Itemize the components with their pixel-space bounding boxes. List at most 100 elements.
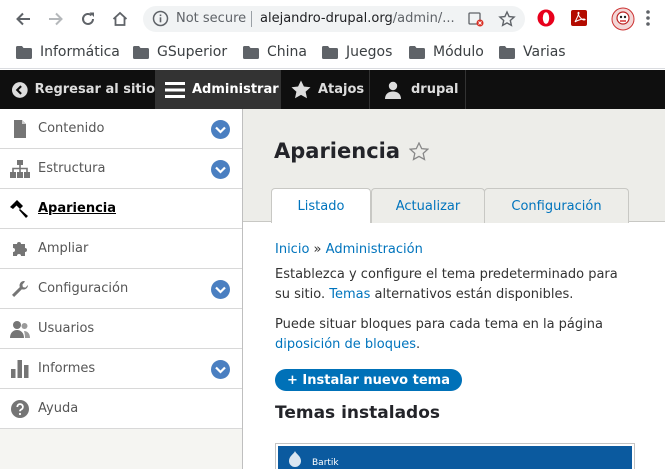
opera-extension-icon[interactable] <box>537 9 555 31</box>
sidebar-item-usuarios[interactable]: Usuarios <box>0 309 242 349</box>
folder-icon <box>243 45 259 59</box>
info-icon[interactable] <box>152 10 169 31</box>
bookmark-label: Juegos <box>346 44 393 60</box>
shortcuts-label: Atajos <box>318 82 365 97</box>
toolbar-divider <box>465 70 466 109</box>
breadcrumb-separator: » <box>313 242 322 257</box>
theme-screenshot[interactable]: Bartik <box>275 443 635 469</box>
sidebar-item-configuracion[interactable]: Configuración <box>0 269 242 309</box>
folder-icon <box>322 45 338 59</box>
back-arrow-icon[interactable] <box>12 8 34 30</box>
sidebar-item-label: Usuarios <box>38 321 95 336</box>
browser-address-bar: Not secure alejandro-drupal.org/admin/..… <box>0 0 665 37</box>
bookmark-star-icon[interactable] <box>498 10 516 32</box>
sidebar-item-informes[interactable]: Informes <box>0 349 242 389</box>
admin-toolbar: Regresar al sitio Administrar Atajos dru… <box>0 70 665 109</box>
tab-label: Actualizar <box>395 198 461 214</box>
tab-actualizar[interactable]: Actualizar <box>371 188 485 223</box>
blocks-text-end: . <box>416 337 421 352</box>
add-shortcut-star-icon[interactable] <box>408 141 430 165</box>
breadcrumb: Inicio » Administración <box>275 242 423 257</box>
sidebar-item-label: Estructura <box>38 161 106 176</box>
admin-sidebar: Contenido Estructura Apariencia Ampliar … <box>0 109 243 469</box>
breadcrumb-admin-link[interactable]: Administración <box>326 242 423 257</box>
manage-label: Administrar <box>192 82 279 97</box>
bookmark-label: China <box>267 44 307 60</box>
folder-icon <box>409 45 425 59</box>
shortcuts-tab[interactable]: Atajos <box>281 70 369 109</box>
drupal-drop-icon <box>289 451 301 467</box>
url-host: alejandro-drupal.org <box>260 11 393 26</box>
bookmark-gsuperior[interactable]: GSuperior <box>133 42 227 62</box>
sitemap-icon <box>10 159 30 179</box>
menu-dots-icon[interactable] <box>645 9 651 31</box>
theme-preview-header: Bartik <box>278 446 632 469</box>
people-icon <box>10 319 30 339</box>
user-tab[interactable]: drupal <box>370 70 465 109</box>
url-divider <box>251 11 252 27</box>
chevron-down-icon[interactable] <box>211 360 230 379</box>
themes-link[interactable]: Temas <box>329 287 370 302</box>
sidebar-item-contenido[interactable]: Contenido <box>0 109 242 149</box>
bookmark-informatica[interactable]: Informática <box>16 42 120 62</box>
sidebar-item-apariencia[interactable]: Apariencia <box>0 189 242 229</box>
chevron-down-icon[interactable] <box>211 280 230 299</box>
bar-chart-icon <box>10 359 30 379</box>
back-to-site-label: Regresar al sitio <box>34 82 155 97</box>
sidebar-item-label: Informes <box>38 361 96 376</box>
blocks-text: Puede situar bloques para cada tema en l… <box>275 317 603 332</box>
main-content: Apariencia Listado Actualizar Configurac… <box>243 109 665 469</box>
profile-avatar[interactable] <box>611 7 635 35</box>
star-icon <box>291 80 311 99</box>
user-label: drupal <box>411 82 459 97</box>
intro-text-end: alternativos están disponibles. <box>370 287 574 302</box>
home-icon[interactable] <box>109 8 131 30</box>
sidebar-item-label: Apariencia <box>38 201 117 216</box>
reload-icon[interactable] <box>77 8 99 30</box>
bookmark-varias[interactable]: Varias <box>499 42 566 62</box>
bookmarks-bar: Informática GSuperior China Juegos Módul… <box>0 37 665 69</box>
tab-configuracion[interactable]: Configuración <box>484 188 629 223</box>
manage-tab[interactable]: Administrar <box>156 70 280 109</box>
bookmark-label: Informática <box>40 44 120 60</box>
url-bar[interactable]: Not secure alejandro-drupal.org/admin/..… <box>143 6 525 32</box>
bookmark-label: Varias <box>523 44 566 60</box>
chevron-down-icon[interactable] <box>211 160 230 179</box>
back-circle-icon <box>12 81 28 98</box>
sidebar-item-label: Configuración <box>38 281 129 296</box>
bookmark-modulo[interactable]: Módulo <box>409 42 484 62</box>
installed-themes-heading: Temas instalados <box>275 403 441 423</box>
intro-paragraph: Establezca y configure el tema predeterm… <box>275 265 635 305</box>
folder-icon <box>16 45 32 59</box>
blocks-paragraph: Puede situar bloques para cada tema en l… <box>275 315 635 355</box>
back-to-site-link[interactable]: Regresar al sitio <box>0 70 155 109</box>
paintbrush-icon <box>10 199 30 219</box>
user-icon <box>385 81 401 99</box>
wrench-icon <box>10 279 30 299</box>
folder-icon <box>133 45 149 59</box>
help-icon <box>10 399 30 419</box>
bookmark-label: GSuperior <box>157 44 228 60</box>
bookmark-label: Módulo <box>433 44 484 60</box>
blocked-content-icon[interactable] <box>468 11 484 31</box>
tab-listado[interactable]: Listado <box>271 188 371 223</box>
url-path: /admin/... <box>392 11 455 26</box>
forward-arrow-icon[interactable] <box>45 8 67 30</box>
tab-label: Configuración <box>511 198 602 214</box>
sidebar-item-label: Ayuda <box>38 401 79 416</box>
security-label: Not secure <box>176 11 247 26</box>
puzzle-icon <box>10 239 30 259</box>
bookmark-juegos[interactable]: Juegos <box>322 42 392 62</box>
sidebar-item-ayuda[interactable]: Ayuda <box>0 389 242 429</box>
chevron-down-icon[interactable] <box>211 120 230 139</box>
install-theme-button[interactable]: + Instalar nuevo tema <box>275 369 462 391</box>
page-title: Apariencia <box>274 139 401 163</box>
file-icon <box>10 119 30 139</box>
breadcrumb-home-link[interactable]: Inicio <box>275 242 309 257</box>
block-layout-link[interactable]: diposición de bloques <box>275 337 416 352</box>
sidebar-item-label: Ampliar <box>38 241 89 256</box>
sidebar-item-estructura[interactable]: Estructura <box>0 149 242 189</box>
bookmark-china[interactable]: China <box>243 42 307 62</box>
pdf-extension-icon[interactable] <box>570 9 588 31</box>
sidebar-item-ampliar[interactable]: Ampliar <box>0 229 242 269</box>
